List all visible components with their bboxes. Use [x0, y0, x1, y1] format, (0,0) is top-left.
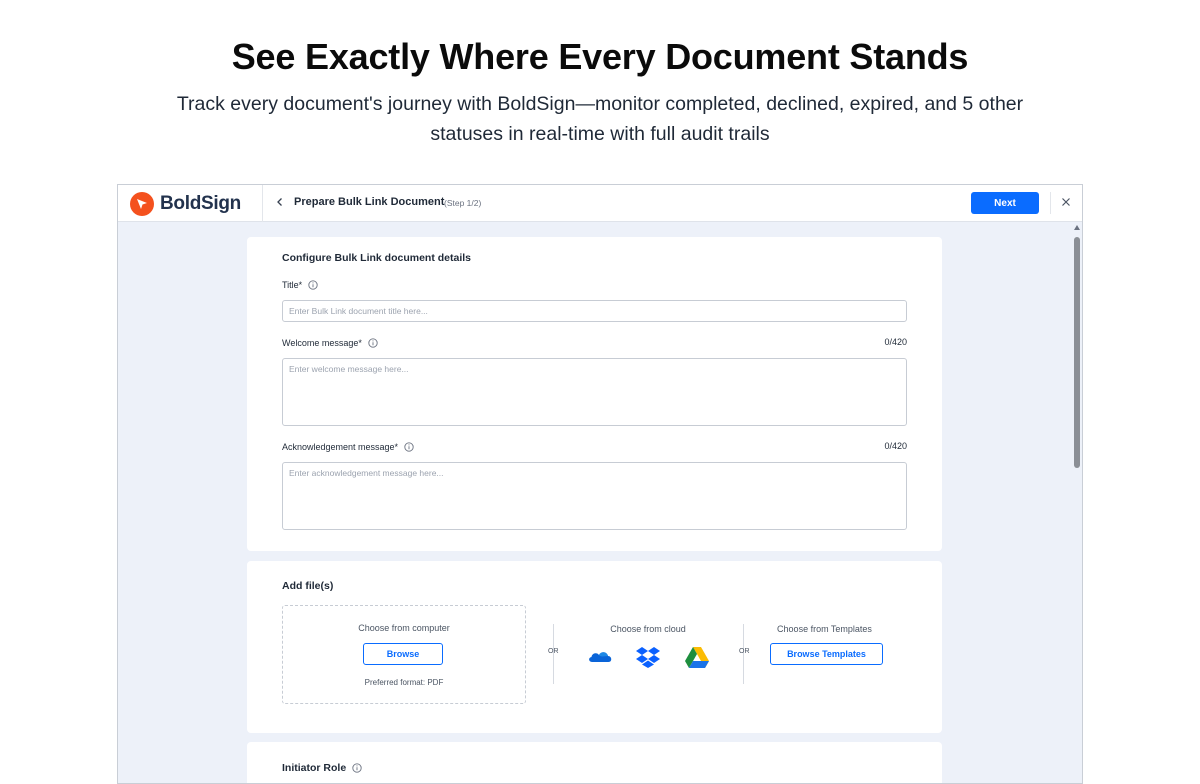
upload-heading: Choose from computer [358, 623, 450, 633]
scrollbar-thumb[interactable] [1074, 237, 1080, 468]
divider [262, 185, 263, 222]
scroll-up-arrow-icon[interactable] [1074, 225, 1080, 230]
add-files-card: Add file(s) Choose from computer Browse … [247, 561, 942, 733]
boldsign-logo-icon [130, 192, 154, 216]
welcome-label-text: Welcome message* [282, 338, 362, 348]
info-icon[interactable] [368, 338, 378, 348]
onedrive-icon[interactable] [587, 648, 613, 669]
initiator-role-label: Initiator Role [282, 762, 362, 774]
app-window: BoldSign Prepare Bulk Link Document (Ste… [117, 184, 1083, 784]
preferred-format-note: Preferred format: PDF [364, 678, 444, 687]
document-details-card: Configure Bulk Link document details Tit… [247, 237, 942, 551]
or-separator: OR [739, 648, 750, 655]
section-heading: Add file(s) [282, 580, 334, 592]
acknowledgement-message-textarea[interactable] [282, 462, 907, 530]
info-icon[interactable] [352, 763, 362, 773]
chevron-left-icon [275, 194, 285, 212]
initiator-role-card: Initiator Role [247, 742, 942, 783]
initiator-role-text: Initiator Role [282, 762, 347, 774]
acknowledgement-field-label: Acknowledgement message* [282, 442, 414, 452]
section-heading: Configure Bulk Link document details [282, 252, 472, 264]
divider [1050, 192, 1051, 214]
title-field-label: Title* [282, 280, 318, 290]
templates-heading: Choose from Templates [777, 624, 872, 634]
page-title: Prepare Bulk Link Document [294, 196, 445, 208]
acknowledgement-label-text: Acknowledgement message* [282, 442, 399, 452]
step-indicator: (Step 1/2) [444, 198, 482, 208]
welcome-char-counter: 0/420 [884, 337, 907, 347]
info-icon[interactable] [308, 280, 318, 290]
title-label-text: Title* [282, 280, 303, 290]
upload-from-computer-zone[interactable]: Choose from computer Browse Preferred fo… [282, 605, 526, 704]
next-button[interactable]: Next [971, 192, 1039, 214]
info-icon[interactable] [404, 442, 414, 452]
hero-title: See Exactly Where Every Document Stands [231, 36, 969, 77]
dropbox-icon[interactable] [636, 646, 660, 673]
google-drive-icon[interactable] [685, 647, 709, 673]
or-separator: OR [548, 648, 559, 655]
title-input[interactable] [282, 300, 907, 322]
browse-templates-button[interactable]: Browse Templates [770, 643, 883, 665]
vertical-scrollbar[interactable] [1072, 223, 1082, 783]
welcome-field-label: Welcome message* [282, 338, 378, 348]
boldsign-logo[interactable]: BoldSign [130, 192, 241, 216]
close-button[interactable] [1058, 195, 1074, 211]
top-bar: BoldSign Prepare Bulk Link Document (Ste… [118, 185, 1082, 222]
hero-subtitle: Track every document's journey with Bold… [176, 93, 1024, 145]
close-icon [1061, 194, 1071, 212]
brand-name: BoldSign [160, 193, 241, 214]
acknowledgement-char-counter: 0/420 [884, 441, 907, 451]
browse-button[interactable]: Browse [363, 643, 443, 665]
welcome-message-textarea[interactable] [282, 358, 907, 426]
cloud-heading: Choose from cloud [610, 624, 686, 634]
back-button[interactable] [272, 195, 288, 211]
